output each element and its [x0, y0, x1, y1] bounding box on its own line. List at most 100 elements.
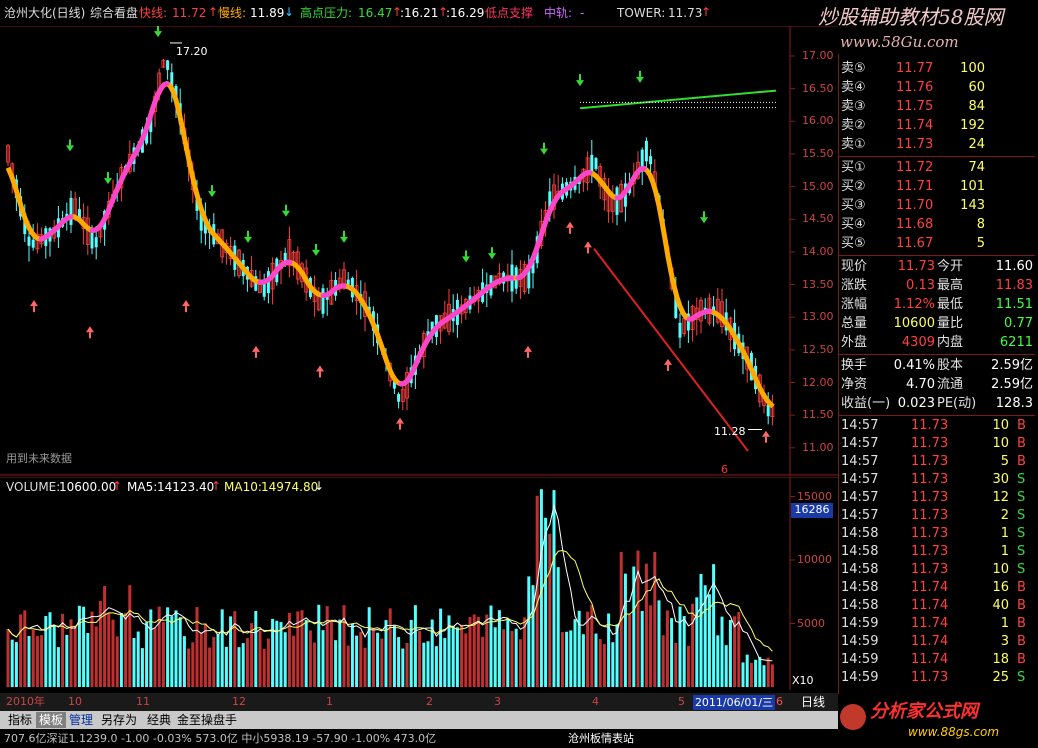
tick-volume: 1 [1000, 616, 1009, 631]
volume-bars[interactable] [0, 477, 838, 690]
tab-1[interactable]: 模板 [36, 712, 67, 728]
tick-price: 11.74 [911, 598, 949, 613]
volume-bar [770, 664, 774, 687]
volume-bar [464, 633, 468, 687]
tick-price: 11.73 [911, 454, 949, 469]
volume-bar [573, 619, 577, 687]
candle-body [69, 197, 73, 225]
quote-row: 外盘 4309 内盘 6211 [839, 334, 1035, 352]
candle-body [94, 237, 98, 248]
period-label[interactable]: 日线 [801, 695, 825, 709]
brand-url: www.58Gu.com [840, 33, 959, 51]
order-label: 买④ [841, 217, 866, 232]
volume-bar [363, 647, 367, 687]
candle-body [166, 60, 170, 70]
volume-chart[interactable]: VOLUME: 10600.00 ↑ MA5: 14123.40 ↑ MA10:… [0, 477, 838, 690]
tick-price: 11.73 [911, 490, 949, 505]
tower-value: 11.73 [668, 6, 703, 20]
tick-volume: 1 [1000, 526, 1009, 541]
tab-4[interactable]: 经典 [144, 712, 174, 728]
volume-bar [485, 614, 489, 687]
price-tick: 12.50 [802, 342, 834, 356]
tick-price: 11.74 [911, 652, 949, 667]
volume-bar [422, 642, 426, 687]
quote-value-2: 0.77 [1004, 316, 1033, 331]
candle-body [321, 288, 325, 314]
volume-bar [338, 619, 342, 687]
order-book-buy-row: 买① 11.72 74 [839, 159, 1035, 177]
volume-bar [56, 647, 60, 687]
tab-2[interactable]: 管理 [66, 712, 96, 728]
tab-0[interactable]: 指标 [5, 712, 35, 728]
high-pressure-value: 16.47 [358, 6, 393, 20]
volume-bar [594, 633, 598, 687]
stock-name: 沧州大化(日线) [4, 6, 86, 20]
tick-row: 14:59 11.74 18 B [839, 651, 1035, 669]
order-book-sell-row: 卖③ 11.75 84 [839, 98, 1035, 116]
quote-value-2: 128.3 [995, 396, 1033, 411]
ma5-up-arrow-icon: ↑ [211, 479, 222, 493]
volume-bar [510, 630, 514, 687]
volume-bar [35, 635, 39, 687]
quote-label-2: 股本 [937, 358, 964, 373]
volume-bar [359, 631, 363, 687]
quote-row: 换手 0.41% 股本 2.59亿 [839, 357, 1035, 375]
tick-volume: 40 [992, 598, 1009, 613]
volume-bar [674, 642, 678, 687]
tick-volume: 16 [992, 580, 1009, 595]
volume-bar [241, 643, 245, 687]
logo-icon [840, 704, 866, 730]
tick-side: B [1017, 580, 1026, 595]
tick-side: S [1017, 508, 1026, 523]
tick-time: 14:59 [841, 634, 879, 649]
volume-bar [741, 662, 745, 687]
quote-label-1: 收益(一) [841, 396, 891, 411]
tick-time: 14:58 [841, 580, 879, 595]
volume-bar [749, 662, 753, 687]
volume-bar [380, 638, 384, 687]
price-tick: 16.50 [802, 81, 834, 95]
tick-row: 14:59 11.74 1 B [839, 615, 1035, 633]
volume-bar [758, 656, 762, 687]
volume-bar [245, 638, 249, 687]
tick-side: B [1017, 436, 1026, 451]
tick-time: 14:57 [841, 490, 879, 505]
volume-bar [350, 623, 354, 687]
volume-bar [560, 632, 564, 687]
volume-bar [149, 609, 153, 687]
quote-value-1: 0.023 [897, 396, 935, 411]
quote-label-1: 净资 [841, 377, 868, 392]
quote-value-1: 1.12% [893, 297, 935, 312]
quote-label-1: 现价 [841, 259, 868, 274]
candle-body [678, 322, 682, 338]
tick-side: S [1017, 562, 1026, 577]
price-tick: 12.00 [802, 375, 834, 389]
volume-bar [103, 586, 107, 687]
volume-bar [506, 618, 510, 687]
ma10-down-arrow-icon: ↓ [314, 479, 325, 493]
volume-bar [623, 573, 627, 687]
volume-bar [657, 600, 661, 687]
candlestick-chart[interactable] [0, 26, 838, 476]
indicator-header: 沧州大化(日线) 综合看盘 快线: 11.72 ↑ 慢线: 11.89 ↓ 高点… [0, 0, 838, 26]
volume-bar [23, 610, 27, 687]
tab-3[interactable]: 另存为 [98, 712, 140, 728]
order-price: 11.77 [896, 61, 934, 76]
volume-bar [90, 611, 94, 687]
quote-label-1: 总量 [841, 316, 868, 331]
volume-bar [649, 605, 653, 687]
tick-row: 14:58 11.73 1 S [839, 543, 1035, 561]
order-label: 买⑤ [841, 236, 866, 251]
fast-up-arrow-icon: ↑ [208, 5, 219, 19]
volume-bar [254, 610, 258, 687]
volume-bar [334, 640, 338, 687]
quote-value-1: 10600 [893, 316, 935, 331]
tab-5[interactable]: 金至操盘手 [174, 712, 240, 728]
volume-bar [716, 635, 720, 687]
quote-row: 涨跌 0.13 最高 11.83 [839, 277, 1035, 295]
order-price: 11.73 [896, 137, 934, 152]
volume-bar [119, 613, 123, 687]
price-tick: 13.50 [802, 277, 834, 291]
price-chart[interactable]: 17.20 11.28 用到未来数据 6 17.00 16.50 16.00 15.5… [0, 26, 838, 476]
tick-volume: 10 [992, 562, 1009, 577]
